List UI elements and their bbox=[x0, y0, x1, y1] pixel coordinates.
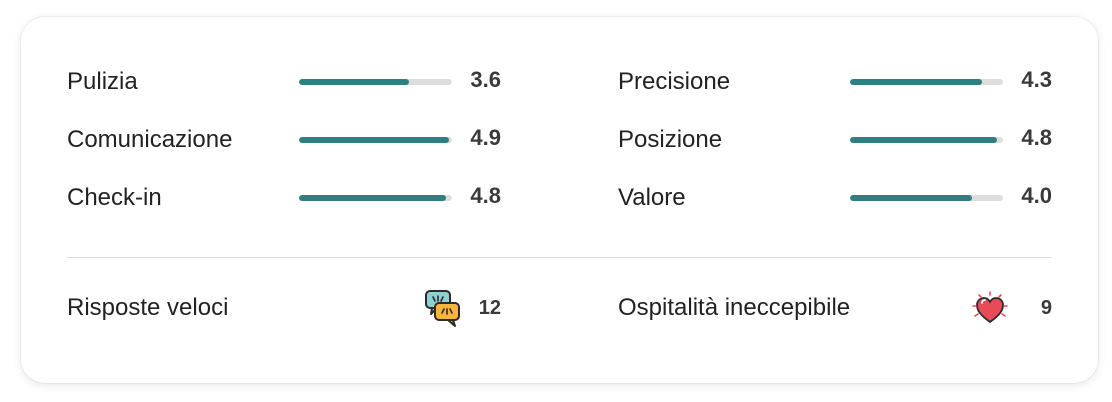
rating-bar-fill bbox=[299, 79, 410, 85]
rating-bar bbox=[299, 137, 452, 143]
highlight-label: Ospitalità ineccepibile bbox=[618, 294, 851, 321]
rating-label: Valore bbox=[618, 184, 686, 211]
highlight-label: Risposte veloci bbox=[67, 294, 229, 321]
rating-value: 4.9 bbox=[470, 125, 501, 150]
sparkling-heart-icon bbox=[970, 289, 1010, 329]
rating-row-comunicazione: Comunicazione 4.9 bbox=[67, 124, 501, 154]
rating-row-valore: Valore 4.0 bbox=[618, 182, 1052, 212]
rating-value: 4.0 bbox=[1021, 183, 1052, 208]
rating-label: Comunicazione bbox=[67, 126, 233, 153]
rating-value: 4.8 bbox=[470, 183, 501, 208]
rating-row-precisione: Precisione 4.3 bbox=[618, 66, 1052, 96]
rating-value: 4.3 bbox=[1021, 67, 1052, 92]
rating-bar bbox=[850, 137, 1003, 143]
rating-label: Precisione bbox=[618, 68, 731, 95]
rating-bar-fill bbox=[299, 195, 446, 201]
highlight-risposte-veloci: Risposte veloci 12 bbox=[67, 289, 501, 329]
rating-bar-fill bbox=[850, 137, 997, 143]
rating-label: Check-in bbox=[67, 184, 162, 211]
rating-value: 3.6 bbox=[470, 67, 501, 92]
rating-bar bbox=[299, 79, 452, 85]
rating-bar-fill bbox=[850, 79, 982, 85]
ratings-card: Pulizia 3.6 Comunicazione 4.9 Check-in 4… bbox=[21, 17, 1098, 383]
highlight-ospitalita-ineccepibile: Ospitalità ineccepibile 9 bbox=[618, 289, 1052, 329]
rating-bar bbox=[850, 195, 1003, 201]
section-divider bbox=[67, 257, 1052, 258]
rating-row-posizione: Posizione 4.8 bbox=[618, 124, 1052, 154]
rating-value: 4.8 bbox=[1021, 125, 1052, 150]
rating-label: Posizione bbox=[618, 126, 723, 153]
rating-label: Pulizia bbox=[67, 68, 138, 95]
rating-row-check-in: Check-in 4.8 bbox=[67, 182, 501, 212]
rating-bar bbox=[850, 79, 1003, 85]
highlight-count: 9 bbox=[1040, 297, 1052, 319]
rating-bar bbox=[299, 195, 452, 201]
rating-row-pulizia: Pulizia 3.6 bbox=[67, 66, 501, 96]
highlight-count: 12 bbox=[478, 297, 501, 319]
rating-bar-fill bbox=[850, 195, 973, 201]
speech-bubbles-icon bbox=[423, 289, 463, 329]
rating-bar-fill bbox=[299, 137, 449, 143]
